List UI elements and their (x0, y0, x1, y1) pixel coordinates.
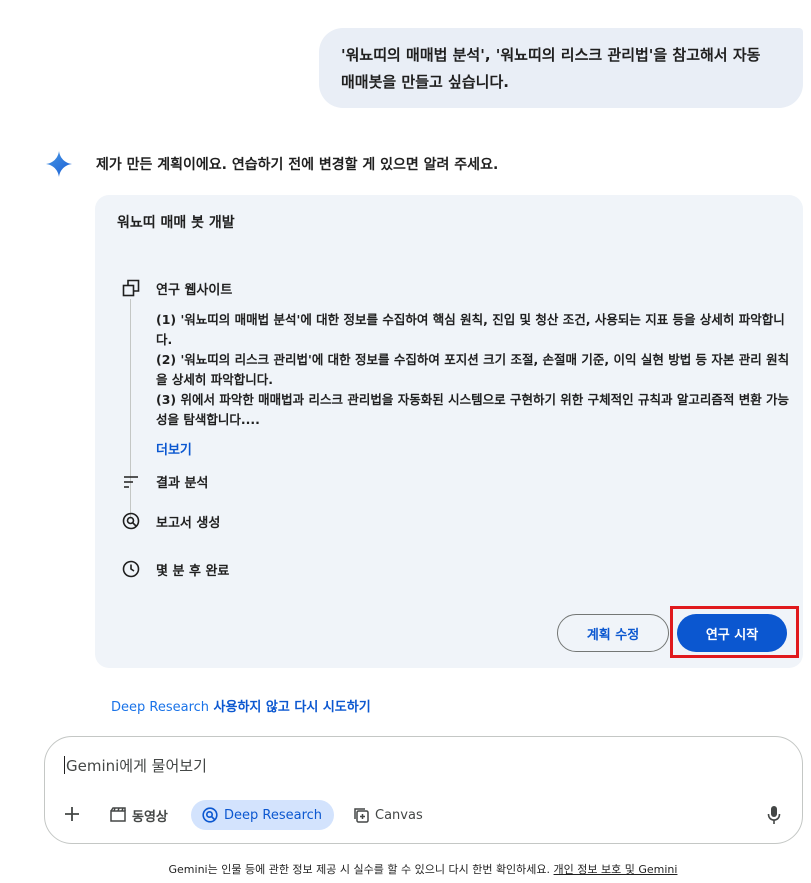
disclaimer-text: Gemini는 인물 등에 관한 정보 제공 시 실수를 할 수 있으니 다시 … (168, 863, 554, 876)
privacy-link[interactable]: 개인 정보 보호 및 Gemini (554, 863, 678, 876)
plan-title: 워뇨띠 매매 봇 개발 (117, 215, 235, 231)
assistant-intro-text: 제가 만든 계획이에요. 연습하기 전에 변경할 게 있으면 알려 주세요. (96, 157, 499, 173)
clapperboard-icon (110, 807, 126, 822)
step-label-generate-report: 보고서 생성 (156, 516, 221, 531)
user-message-line-2: 매매봇을 만들고 싶습니다. (341, 73, 509, 91)
prompt-input[interactable]: Gemini에게 물어보기 (64, 752, 664, 778)
start-button-highlight (670, 606, 799, 658)
step-detail-1: (1) '워뇨띠의 매매법 분석'에 대한 정보를 수집하여 핵심 원칙, 진입… (156, 312, 785, 347)
edit-plan-button[interactable]: 계획 수정 (557, 614, 669, 652)
research-plan-card (95, 195, 803, 668)
user-message-bubble: '워뇨띠의 매매법 분석', '워뇨띠의 리스크 관리법'을 참고해서 자동 매… (319, 28, 803, 108)
prompt-placeholder: Gemini에게 물어보기 (66, 756, 207, 775)
deep-research-icon (202, 807, 218, 823)
web-windows-icon (121, 278, 141, 298)
step-details: (1) '워뇨띠의 매매법 분석'에 대한 정보를 수집하여 핵심 원칙, 진입… (156, 310, 792, 430)
deep-research-tool-label: Deep Research (224, 807, 323, 823)
plus-icon (65, 807, 79, 821)
canvas-tool-button[interactable]: Canvas (352, 801, 423, 829)
canvas-tool-label: Canvas (375, 807, 423, 823)
microphone-icon[interactable] (764, 804, 784, 826)
retry-without-deep-research-link[interactable]: Deep Research 사용하지 않고 다시 시도하기 (111, 696, 371, 715)
video-tool-label: 동영상 (132, 809, 168, 825)
add-attachment-button[interactable] (60, 802, 84, 826)
clock-icon (121, 559, 141, 579)
deep-research-tool-button[interactable]: Deep Research (191, 800, 335, 830)
analysis-lines-icon (121, 472, 141, 492)
step-detail-2: (2) '워뇨띠의 리스크 관리법'에 대한 정보를 수집하여 포지션 크기 조… (156, 352, 790, 387)
step-detail-3: (3) 위에서 파악한 매매법과 리스크 관리법을 자동화된 시스템으로 구현하… (156, 392, 790, 427)
retry-prefix: Deep Research (111, 700, 210, 715)
disclaimer-footer: Gemini는 인물 등에 관한 정보 제공 시 실수를 할 수 있으니 다시 … (0, 861, 811, 877)
step-label-research-websites: 연구 웹사이트 (156, 283, 233, 298)
user-message-line-1: '워뇨띠의 매매법 분석', '워뇨띠의 리스크 관리법'을 참고해서 자동 (341, 46, 761, 64)
step-label-eta: 몇 분 후 완료 (156, 564, 230, 579)
text-cursor (64, 756, 65, 774)
video-tool-button[interactable]: 동영상 (109, 801, 168, 829)
canvas-icon (354, 808, 369, 823)
gemini-sparkle-icon (46, 151, 72, 177)
retry-suffix: 사용하지 않고 다시 시도하기 (209, 700, 371, 715)
show-more-link[interactable]: 더보기 (156, 439, 192, 458)
step-label-analyze-results: 결과 분석 (156, 476, 209, 491)
report-search-icon (121, 511, 141, 531)
